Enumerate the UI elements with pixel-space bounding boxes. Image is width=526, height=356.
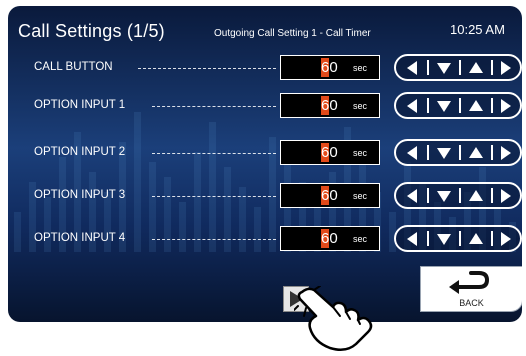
back-return-icon — [449, 271, 490, 294]
left-arrow-icon[interactable] — [398, 56, 426, 79]
value-field[interactable]: 60 sec — [280, 226, 380, 251]
clock: 10:25 AM — [450, 22, 505, 37]
setting-row: OPTION INPUT 2 60 sec — [8, 139, 522, 167]
value-digit: 60 — [321, 144, 338, 161]
divider — [427, 145, 429, 160]
down-arrow-icon[interactable] — [430, 141, 458, 164]
row-label: OPTION INPUT 3 — [34, 189, 126, 201]
setting-row: OPTION INPUT 1 60 sec — [8, 92, 522, 120]
down-arrow-icon[interactable] — [430, 94, 458, 117]
divider — [427, 188, 429, 203]
divider — [427, 98, 429, 113]
back-label: BACK — [459, 298, 484, 308]
value-unit: sec — [353, 191, 368, 201]
setting-row: OPTION INPUT 4 60 sec — [8, 225, 522, 253]
value-unit: sec — [353, 63, 368, 73]
screen: Call Settings (1/5) Outgoing Call Settin… — [8, 6, 522, 322]
up-arrow-icon[interactable] — [462, 56, 490, 79]
value-nav — [394, 139, 522, 166]
value-digit: 60 — [321, 187, 338, 204]
up-arrow-icon[interactable] — [462, 141, 490, 164]
down-arrow-icon[interactable] — [430, 184, 458, 207]
value-unit: sec — [353, 101, 368, 111]
leader-line — [152, 196, 276, 197]
right-arrow-icon[interactable] — [492, 56, 520, 79]
value-nav — [394, 225, 522, 252]
leader-line — [152, 106, 276, 107]
left-arrow-icon[interactable] — [398, 227, 426, 250]
row-label: OPTION INPUT 1 — [34, 99, 126, 111]
divider — [459, 60, 461, 75]
value-digit: 60 — [321, 59, 338, 76]
right-arrow-icon[interactable] — [492, 227, 520, 250]
divider — [459, 98, 461, 113]
value-nav — [394, 182, 522, 209]
value-unit: sec — [353, 148, 368, 158]
value-field[interactable]: 60 sec — [280, 183, 380, 208]
row-label: CALL BUTTON — [34, 61, 113, 73]
up-arrow-icon[interactable] — [462, 94, 490, 117]
page-subtitle: Outgoing Call Setting 1 - Call Timer — [214, 28, 371, 39]
divider — [459, 188, 461, 203]
right-arrow-icon[interactable] — [492, 141, 520, 164]
right-arrow-icon[interactable] — [492, 184, 520, 207]
value-digit: 60 — [321, 97, 338, 114]
setting-row: OPTION INPUT 3 60 sec — [8, 182, 522, 210]
divider — [459, 145, 461, 160]
left-arrow-icon[interactable] — [398, 141, 426, 164]
leader-line — [138, 68, 276, 69]
value-field[interactable]: 60 sec — [280, 55, 380, 80]
value-field[interactable]: 60 sec — [280, 93, 380, 118]
back-button[interactable]: BACK — [420, 266, 522, 312]
leader-line — [152, 239, 276, 240]
divider — [427, 231, 429, 246]
right-arrow-icon[interactable] — [492, 94, 520, 117]
down-arrow-icon[interactable] — [430, 227, 458, 250]
left-arrow-icon[interactable] — [398, 184, 426, 207]
value-field[interactable]: 60 sec — [280, 140, 380, 165]
leader-line — [152, 153, 276, 154]
pointing-hand-icon — [294, 286, 373, 352]
down-arrow-icon[interactable] — [430, 56, 458, 79]
value-nav — [394, 92, 522, 119]
row-label: OPTION INPUT 4 — [34, 232, 126, 244]
up-arrow-icon[interactable] — [462, 184, 490, 207]
left-arrow-icon[interactable] — [398, 94, 426, 117]
divider — [459, 231, 461, 246]
up-arrow-icon[interactable] — [462, 227, 490, 250]
value-digit: 60 — [321, 230, 338, 247]
setting-row: CALL BUTTON 60 sec — [8, 54, 522, 82]
divider — [427, 60, 429, 75]
value-unit: sec — [353, 234, 368, 244]
value-nav — [394, 54, 522, 81]
page-title: Call Settings (1/5) — [18, 21, 165, 41]
row-label: OPTION INPUT 2 — [34, 146, 126, 158]
